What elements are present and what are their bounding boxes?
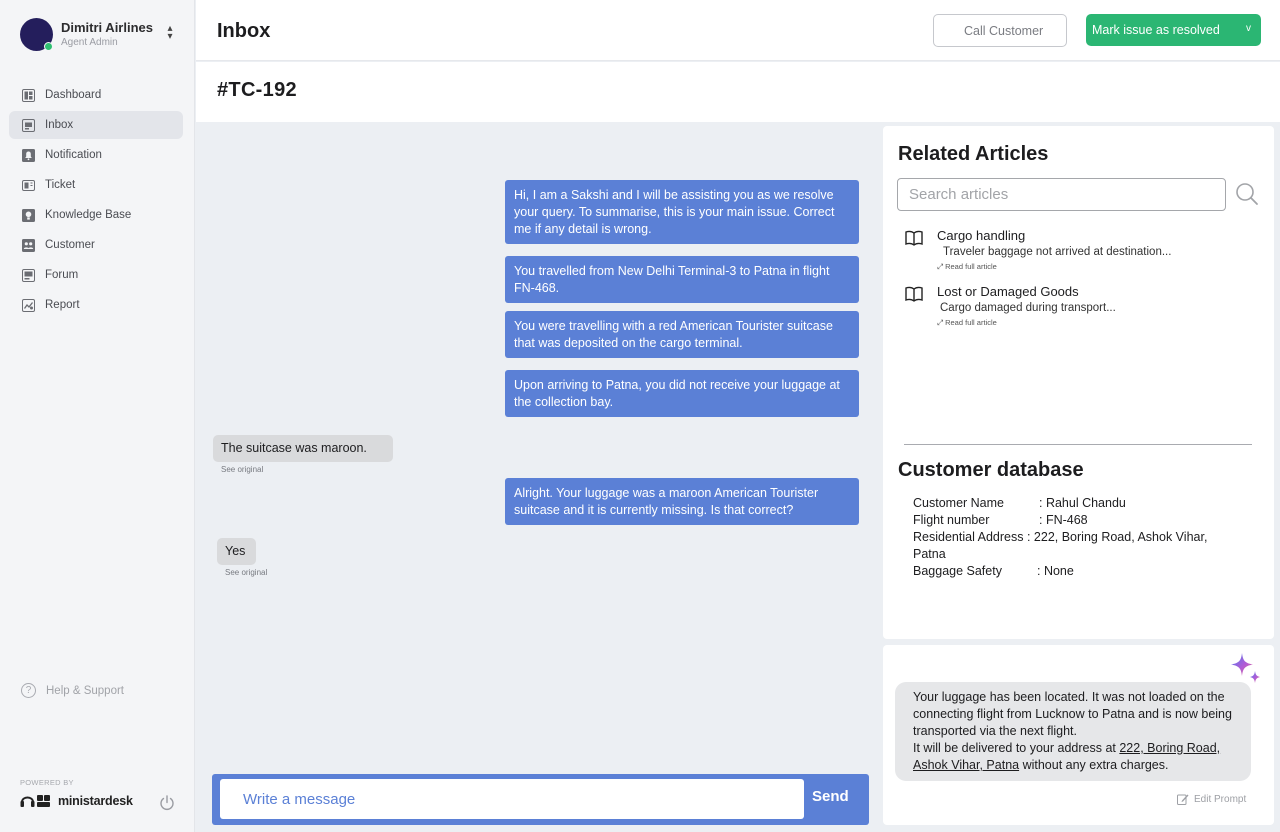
customer-database-title: Customer database [898,459,1084,481]
customer-message: Yes [217,538,256,565]
ticket-bar: #TC-192 [196,62,1280,122]
article-item[interactable]: Cargo handling Traveler baggage not arri… [905,228,1255,274]
dashboard-icon [22,88,35,102]
org-role: Agent Admin [61,36,118,48]
org-switcher[interactable]: Dimitri Airlines Agent Admin ▴ ▾ [20,17,185,51]
powered-by-label: POWERED BY [20,778,74,787]
sidebar-item-dashboard[interactable]: Dashboard [9,81,183,109]
bell-icon [22,148,35,162]
agent-message: Alright. Your luggage was a maroon Ameri… [505,478,859,525]
ai-suggestion-panel: Your luggage has been located. It was no… [883,645,1274,825]
search-articles-input[interactable] [897,178,1226,211]
headset-logo-icon [20,795,50,807]
customer-field-value: : FN-468 [1039,513,1088,527]
ticket-id: #TC-192 [217,79,297,101]
report-icon [22,298,35,312]
forum-icon [22,268,35,282]
related-articles-panel: Related Articles Cargo handling Traveler… [883,126,1274,639]
call-customer-button[interactable]: Call Customer [933,14,1067,47]
lightbulb-icon [22,208,35,222]
mark-resolved-button[interactable]: Mark issue as resolved v [1086,14,1261,46]
ai-reply-line1: Your luggage has been located. It was no… [913,690,1232,738]
agent-message: You were travelling with a red American … [505,311,859,358]
customer-field-value: : Rahul Chandu [1039,496,1126,510]
sidebar-item-report[interactable]: Report [9,291,183,319]
sidebar-item-knowledge-base[interactable]: Knowledge Base [9,201,183,229]
sidebar-item-label: Report [45,299,80,311]
customer-field-key: Baggage Safety [913,564,1002,578]
see-original-link[interactable]: See original [221,465,263,474]
sidebar-item-label: Customer [45,239,95,251]
chevron-down-icon[interactable]: v [1246,23,1251,34]
divider [904,444,1252,445]
related-articles-title: Related Articles [898,143,1049,165]
org-name: Dimitri Airlines [61,19,153,35]
sidebar-item-label: Knowledge Base [45,209,132,221]
sidebar-nav: Dashboard Inbox Notification Ticket Know… [9,81,183,321]
help-support-label: Help & Support [46,684,124,697]
see-original-link[interactable]: See original [225,568,267,577]
sidebar-item-label: Inbox [45,119,74,131]
page-title: Inbox [217,20,271,42]
agent-message: Hi, I am a Sakshi and I will be assistin… [505,180,859,244]
customer-field-key: Customer Name [913,496,1004,510]
article-title: Cargo handling [937,228,1026,243]
message-composer: Send [212,774,869,825]
sidebar: Dimitri Airlines Agent Admin ▴ ▾ Dashboar… [0,0,195,832]
org-avatar [20,17,53,51]
book-open-icon [905,286,923,302]
customer-field-row: Customer Name : Rahul Chandu [913,495,1243,512]
read-full-article-label: Read full article [945,318,997,327]
inbox-icon [22,118,35,132]
sidebar-item-label: Dashboard [45,89,102,101]
sidebar-item-label: Ticket [45,179,76,191]
online-status-dot [44,41,53,51]
article-summary: Cargo damaged during transport... [940,302,1116,314]
article-summary: Traveler baggage not arrived at destinat… [943,246,1172,258]
sidebar-item-inbox[interactable]: Inbox [9,111,183,139]
top-bar: Inbox Call Customer Mark issue as resolv… [196,0,1280,61]
customer-field-key: Flight number [913,513,990,527]
sidebar-item-customer[interactable]: Customer [9,231,183,259]
sidebar-item-notification[interactable]: Notification [9,141,183,169]
edit-prompt-label: Edit Prompt [1194,793,1247,805]
ai-suggested-reply[interactable]: Your luggage has been located. It was no… [895,682,1251,781]
agent-message: Upon arriving to Patna, you did not rece… [505,370,859,417]
chevron-up-down-icon[interactable]: ▴ ▾ [165,24,175,42]
brand-name: ministardesk [58,794,133,808]
edit-prompt-button[interactable]: Edit Prompt [1177,793,1246,805]
agent-message: You travelled from New Delhi Terminal-3 … [505,256,859,303]
power-icon[interactable] [158,794,176,812]
read-full-article-label: Read full article [945,262,997,271]
chat-thread: Hi, I am a Sakshi and I will be assistin… [196,122,881,832]
help-support-link[interactable]: ? Help & Support [21,683,124,698]
book-open-icon [905,230,923,246]
users-icon [22,238,35,252]
ticket-icon [22,179,35,192]
ai-reply-line2-post: without any extra charges. [1019,758,1169,772]
customer-field-key: Residential Address [913,530,1024,544]
ai-reply-line2-pre: It will be delivered to your address at [913,741,1120,755]
edit-icon [1177,794,1189,805]
mark-resolved-label: Mark issue as resolved [1092,23,1220,37]
customer-field-row: Residential Address : 222, Boring Road, … [913,529,1243,563]
question-icon: ? [21,683,36,698]
read-full-article-link[interactable]: ⤢ Read full article [937,318,997,328]
customer-details: Customer Name : Rahul Chandu Flight numb… [913,495,1243,580]
customer-message: The suitcase was maroon. [213,435,393,462]
sidebar-item-label: Notification [45,149,102,161]
search-icon[interactable] [1235,182,1259,206]
sidebar-item-label: Forum [45,269,79,281]
read-full-article-link[interactable]: ⤢ Read full article [937,262,997,272]
customer-field-row: Baggage Safety : None [913,563,1243,580]
article-item[interactable]: Lost or Damaged Goods Cargo damaged duri… [905,284,1255,330]
brand-logo: ministardesk [20,793,133,809]
customer-field-row: Flight number : FN-468 [913,512,1243,529]
customer-field-value: : None [1037,564,1074,578]
sidebar-item-ticket[interactable]: Ticket [9,171,183,199]
article-title: Lost or Damaged Goods [937,284,1079,299]
send-button[interactable]: Send [812,788,849,805]
message-input[interactable] [220,779,804,819]
sidebar-item-forum[interactable]: Forum [9,261,183,289]
